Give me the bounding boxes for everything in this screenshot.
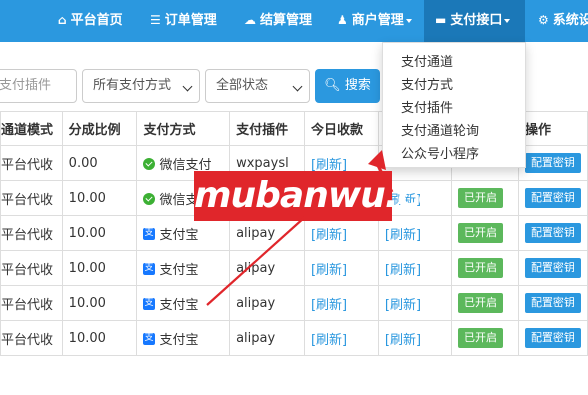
annotation-arrow-icon [206,150,394,306]
